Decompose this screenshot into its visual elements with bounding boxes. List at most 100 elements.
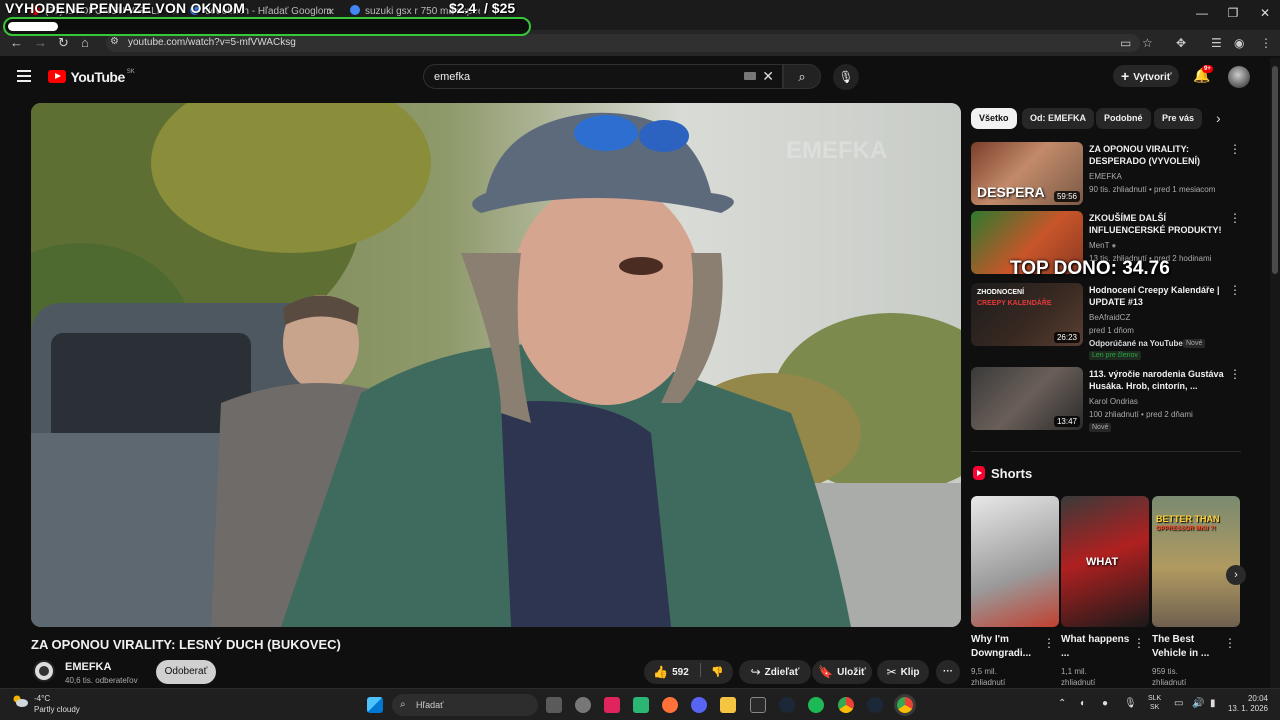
notifications-button[interactable]: 🔔 9+ bbox=[1193, 65, 1213, 84]
show-hidden-icons[interactable]: ⌃ bbox=[1058, 698, 1066, 709]
chrome-active-icon[interactable] bbox=[897, 697, 913, 713]
youtube-logo[interactable]: YouTube SK bbox=[48, 68, 135, 86]
chip-all[interactable]: Všetko bbox=[971, 108, 1017, 129]
video-thumbnail[interactable]: 13:47 bbox=[971, 367, 1083, 430]
browser-menu-icon[interactable]: ⋮ bbox=[1260, 36, 1272, 50]
steam-icon[interactable] bbox=[779, 697, 795, 713]
related-video[interactable]: DESPERA 59:56 ZA OPONOU VIRALITY: DESPER… bbox=[971, 142, 1241, 212]
back-icon[interactable]: ← bbox=[10, 35, 23, 50]
scrollbar-thumb[interactable] bbox=[1272, 66, 1278, 274]
site-info-icon[interactable]: ⚙ bbox=[110, 36, 119, 47]
battery-icon[interactable]: ▮ bbox=[1210, 698, 1216, 709]
network-icon[interactable]: ▭ bbox=[1174, 698, 1183, 709]
windows-start-icon[interactable] bbox=[367, 697, 383, 713]
weather-description[interactable]: Partly cloudy bbox=[34, 705, 80, 714]
channel-name[interactable]: EMEFKA bbox=[65, 661, 111, 673]
related-channel[interactable]: EMEFKA bbox=[1089, 172, 1122, 181]
app-icon[interactable] bbox=[633, 697, 649, 713]
discord-icon[interactable] bbox=[691, 697, 707, 713]
clear-search-icon[interactable]: ✕ bbox=[762, 68, 774, 85]
shorts-next-button[interactable]: › bbox=[1226, 565, 1246, 585]
task-view-icon[interactable] bbox=[546, 697, 562, 713]
related-meta: 100 zhliadnutí • pred 2 dňami bbox=[1089, 410, 1193, 419]
voice-search-button[interactable]: 🎙 bbox=[833, 64, 859, 90]
windows-taskbar: -4°C Partly cloudy ⌕ Hľadať ⌃ ◐ ● 🎙 SLK SK… bbox=[0, 688, 1280, 720]
short-title[interactable]: Why I'm Downgradi... bbox=[971, 633, 1041, 661]
close-window-icon[interactable]: ✕ bbox=[1250, 6, 1280, 20]
short-title[interactable]: The Best Vehicle in ... bbox=[1152, 633, 1222, 661]
related-video[interactable]: 13:47 113. výročie narodenia Gustáva Hus… bbox=[971, 367, 1241, 437]
more-options-icon[interactable]: ⋮ bbox=[1043, 636, 1055, 650]
bookmark-star-icon[interactable]: ☆ bbox=[1142, 36, 1153, 50]
file-explorer-icon[interactable] bbox=[720, 697, 736, 713]
url-field[interactable]: ⚙ youtube.com/watch?v=5-mfVWACksg bbox=[106, 34, 1140, 52]
short-thumbnail[interactable]: WHAT bbox=[1061, 496, 1149, 627]
steam-icon[interactable] bbox=[867, 697, 883, 713]
more-options-icon[interactable]: ⋮ bbox=[1229, 142, 1241, 156]
install-app-icon[interactable]: ▭ bbox=[1120, 36, 1131, 50]
search-button[interactable]: ⌕ bbox=[783, 64, 821, 89]
extensions-icon[interactable]: ✥ bbox=[1176, 36, 1186, 50]
save-button[interactable]: 🔖 Uložiť bbox=[812, 660, 872, 684]
more-actions-button[interactable]: ··· bbox=[936, 660, 960, 684]
maximize-icon[interactable]: ❐ bbox=[1218, 6, 1248, 20]
more-options-icon[interactable]: ⋮ bbox=[1224, 636, 1236, 650]
video-thumbnail[interactable]: DESPERA 59:56 bbox=[971, 142, 1083, 205]
more-options-icon[interactable]: ⋮ bbox=[1229, 211, 1241, 225]
chevron-right-icon[interactable]: › bbox=[1216, 110, 1221, 126]
reading-list-icon[interactable]: ☰ bbox=[1211, 36, 1222, 50]
like-count: 592 bbox=[672, 667, 689, 678]
tiktok-icon[interactable] bbox=[604, 697, 620, 713]
keyboard-icon[interactable] bbox=[744, 72, 756, 80]
short-thumbnail[interactable] bbox=[971, 496, 1059, 627]
create-button[interactable]: + Vytvoriť bbox=[1113, 65, 1179, 87]
volume-icon[interactable]: 🔊 bbox=[1192, 698, 1204, 709]
chatgpt-icon[interactable] bbox=[575, 697, 591, 713]
related-title[interactable]: 113. výročie narodenia Gustáva Husáka. H… bbox=[1089, 368, 1229, 392]
account-avatar[interactable] bbox=[1228, 66, 1250, 88]
chip-related[interactable]: Podobné bbox=[1096, 108, 1151, 129]
share-button[interactable]: ↪ Zdieľať bbox=[739, 660, 811, 684]
home-icon[interactable]: ⌂ bbox=[81, 35, 89, 50]
reload-icon[interactable]: ↻ bbox=[58, 35, 69, 51]
search-input[interactable] bbox=[434, 69, 734, 85]
spotify-icon[interactable] bbox=[808, 697, 824, 713]
system-clock[interactable]: 20:04 13. 1. 2026 bbox=[1226, 694, 1268, 714]
short-thumbnail[interactable]: BETTER THAN OPPRESSOR MKII ?! bbox=[1152, 496, 1240, 627]
related-title[interactable]: ZKOUŠÍME DALŠÍ INFLUENCERSKÉ PRODUKTY! .… bbox=[1089, 212, 1229, 236]
chip-from-channel[interactable]: Od: EMEFKA bbox=[1022, 108, 1094, 129]
video-watermark: EMEFKA bbox=[786, 137, 887, 164]
more-options-icon[interactable]: ⋮ bbox=[1229, 283, 1241, 297]
epic-games-icon[interactable] bbox=[750, 697, 766, 713]
brave-browser-icon[interactable] bbox=[662, 697, 678, 713]
related-title[interactable]: ZA OPONOU VIRALITY: DESPERADO (VYVOLENÍ) bbox=[1089, 143, 1229, 167]
short-title[interactable]: What happens ... bbox=[1061, 633, 1131, 661]
more-options-icon[interactable]: ⋮ bbox=[1133, 636, 1145, 650]
more-options-icon[interactable]: ⋮ bbox=[1229, 367, 1241, 381]
related-video[interactable]: ZHODNOCENÍ CREEPY KALENDÁŘE 26:23 Hodnoc… bbox=[971, 283, 1241, 363]
related-channel[interactable]: BeAfraidCZ bbox=[1089, 313, 1130, 322]
clip-button[interactable]: ✂ Klip bbox=[877, 660, 929, 684]
video-thumbnail[interactable]: ZHODNOCENÍ CREEPY KALENDÁŘE 26:23 bbox=[971, 283, 1083, 346]
forward-icon[interactable]: → bbox=[34, 35, 47, 50]
guide-menu-icon[interactable] bbox=[17, 70, 31, 85]
video-player[interactable]: EMEFKA bbox=[31, 103, 961, 627]
steam-tray-icon[interactable]: ◐ bbox=[1080, 698, 1086, 709]
related-channel[interactable]: Karol Ondrias bbox=[1089, 397, 1138, 406]
unsubscribe-button[interactable]: Odoberať bbox=[156, 660, 216, 684]
related-title[interactable]: Hodnocení Creepy Kalendáře | UPDATE #13 bbox=[1089, 284, 1229, 308]
channel-avatar[interactable] bbox=[33, 660, 55, 682]
related-channel[interactable]: MenT ● bbox=[1089, 241, 1116, 250]
keyboard-language[interactable]: SLK SK bbox=[1148, 694, 1161, 712]
tray-app-icon[interactable]: ● bbox=[1102, 698, 1108, 709]
microphone-icon[interactable]: 🎙 bbox=[1124, 698, 1137, 709]
minimize-icon[interactable]: — bbox=[1187, 6, 1217, 20]
dislike-button[interactable]: 👎 bbox=[711, 667, 723, 678]
cloud-sun-icon[interactable] bbox=[12, 694, 28, 708]
weather-temperature[interactable]: -4°C bbox=[34, 694, 50, 703]
chip-for-you[interactable]: Pre vás bbox=[1154, 108, 1203, 129]
chrome-icon[interactable] bbox=[838, 697, 854, 713]
taskbar-search[interactable]: ⌕ Hľadať bbox=[392, 694, 538, 716]
profile-icon[interactable]: ◉ bbox=[1234, 36, 1244, 50]
like-button[interactable]: 👍 592 bbox=[653, 665, 689, 679]
